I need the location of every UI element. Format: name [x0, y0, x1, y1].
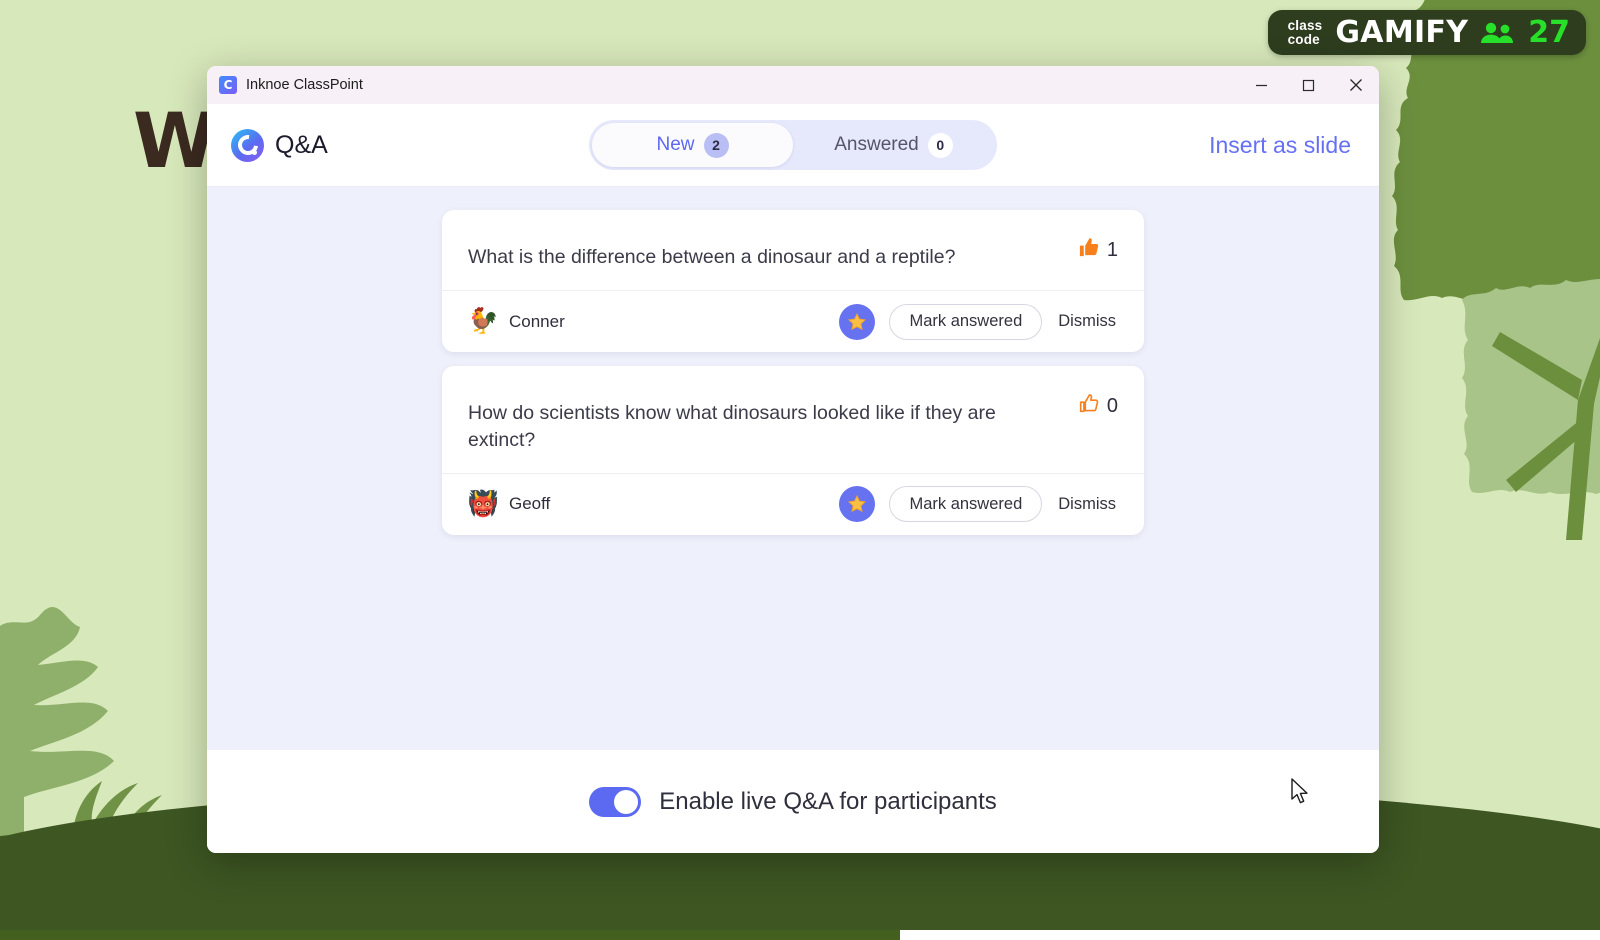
class-code-label: class code [1288, 19, 1323, 47]
star-award-icon[interactable] [839, 304, 875, 340]
question-card-body: What is the difference between a dinosau… [442, 210, 1144, 290]
window-controls [1238, 66, 1379, 104]
question-card: What is the difference between a dinosau… [442, 210, 1144, 352]
tab-answered-count: 0 [928, 133, 953, 158]
slide-title-fragment: W [133, 103, 217, 179]
tab-new-label: New [656, 134, 694, 156]
like-group[interactable]: 0 [1078, 390, 1118, 420]
participants-count: 27 [1528, 15, 1570, 50]
dismiss-button[interactable]: Dismiss [1056, 495, 1120, 514]
question-card-footer: 👹 Geoff Mark answered Dismiss [442, 473, 1144, 535]
left-bush-illustration [0, 515, 190, 845]
toggle-knob [614, 790, 638, 814]
question-text: What is the difference between a dinosau… [468, 234, 1066, 270]
tab-new-count: 2 [704, 133, 729, 158]
page-title: Q&A [275, 131, 328, 160]
chicken-avatar: 🐓 [468, 307, 498, 337]
minimize-icon[interactable] [1238, 66, 1285, 104]
close-icon[interactable] [1332, 66, 1379, 104]
like-group[interactable]: 1 [1078, 234, 1118, 264]
author-name: Geoff [509, 494, 550, 514]
question-text: How do scientists know what dinosaurs lo… [468, 390, 1066, 453]
class-code-label-line2: code [1288, 33, 1323, 47]
app-header: Q&A New 2 Answered 0 Insert as slide [207, 104, 1379, 187]
class-code-value: GAMIFY [1335, 15, 1468, 50]
author-name: Conner [509, 312, 565, 332]
classpoint-logo-icon [231, 129, 264, 162]
question-actions: Mark answered Dismiss [839, 304, 1120, 340]
classpoint-window: C Inknoe ClassPoint Q&A New 2 [207, 66, 1379, 853]
question-card: How do scientists know what dinosaurs lo… [442, 366, 1144, 535]
question-actions: Mark answered Dismiss [839, 486, 1120, 522]
thumbs-up-filled-icon[interactable] [1078, 236, 1101, 264]
question-card-body: How do scientists know what dinosaurs lo… [442, 366, 1144, 473]
dismiss-button[interactable]: Dismiss [1056, 312, 1120, 331]
arrow-cursor [1290, 778, 1310, 806]
class-code-badge[interactable]: class code GAMIFY 27 [1268, 10, 1586, 55]
classpoint-icon: C [219, 76, 237, 94]
qa-tabs: New 2 Answered 0 [589, 120, 997, 170]
enable-live-qa-toggle[interactable] [589, 787, 641, 817]
tab-answered[interactable]: Answered 0 [793, 123, 994, 167]
thumbs-up-outline-icon[interactable] [1078, 392, 1101, 420]
like-count: 1 [1107, 239, 1118, 262]
app-brand: Q&A [231, 129, 328, 162]
maximize-icon[interactable] [1285, 66, 1332, 104]
question-author: 🐓 Conner [468, 307, 565, 337]
star-award-icon[interactable] [839, 486, 875, 522]
window-titlebar: C Inknoe ClassPoint [207, 66, 1379, 104]
people-icon [1481, 21, 1515, 45]
mark-answered-button[interactable]: Mark answered [889, 486, 1042, 522]
question-card-footer: 🐓 Conner Mark answered Dismiss [442, 290, 1144, 352]
insert-as-slide-button[interactable]: Insert as slide [1209, 132, 1351, 159]
question-author: 👹 Geoff [468, 489, 550, 519]
window-title: Inknoe ClassPoint [246, 77, 363, 93]
like-count: 0 [1107, 395, 1118, 418]
tab-answered-label: Answered [834, 134, 919, 156]
tab-new[interactable]: New 2 [592, 123, 793, 167]
enable-live-qa-label: Enable live Q&A for participants [659, 788, 997, 816]
ogre-avatar: 👹 [468, 489, 498, 519]
class-code-label-line1: class [1288, 19, 1323, 33]
mark-answered-button[interactable]: Mark answered [889, 304, 1042, 340]
app-footer: Enable live Q&A for participants [207, 750, 1379, 853]
questions-list: What is the difference between a dinosau… [207, 187, 1379, 750]
